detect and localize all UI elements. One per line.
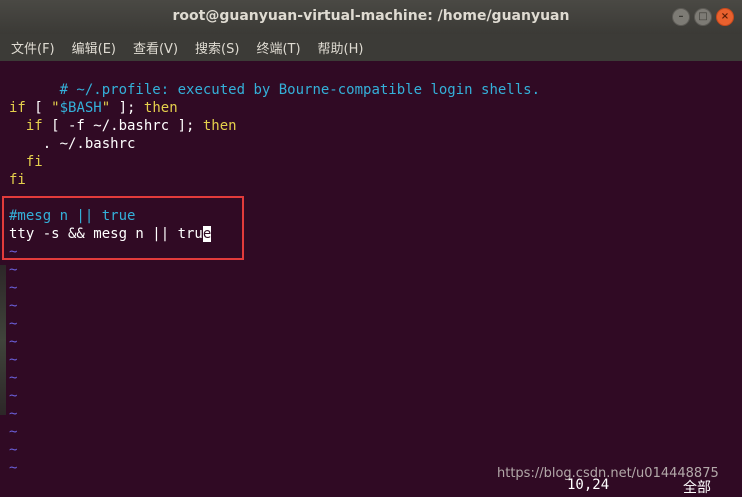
scroll-scope: 全部 <box>683 480 711 496</box>
empty-line-tilde: ~ <box>9 298 18 314</box>
menu-search[interactable]: 搜索(S) <box>192 35 242 60</box>
code-line-7: fi <box>9 171 26 189</box>
keyword: then <box>202 118 237 134</box>
empty-line-tilde: ~ <box>9 424 18 440</box>
variable: $BASH <box>59 100 102 116</box>
terminal-window: root@guanyuan-virtual-machine: /home/gua… <box>0 0 742 496</box>
code-text: [ <box>25 100 52 116</box>
keyword: fi <box>9 172 26 188</box>
menu-bar: 文件(F) 编辑(E) 查看(V) 搜索(S) 终端(T) 帮助(H) <box>0 34 742 61</box>
string-quote: " <box>51 100 60 116</box>
code-line-3: if [ "$BASH" ]; then <box>9 99 178 117</box>
empty-line-tilde: ~ <box>9 460 18 476</box>
empty-line-tilde: ~ <box>9 406 18 422</box>
empty-line-tilde: ~ <box>9 388 18 404</box>
code-text: [ -f ~/.bashrc ]; <box>42 118 203 134</box>
code-line-1: # ~/.profile: executed by Bourne-compati… <box>9 63 540 98</box>
menu-edit[interactable]: 编辑(E) <box>69 35 119 60</box>
menu-terminal[interactable]: 终端(T) <box>253 35 303 60</box>
empty-line-tilde: ~ <box>9 442 18 458</box>
code-line-6: fi <box>9 153 43 171</box>
cursor-position: 10,24 <box>567 477 610 493</box>
title-bar[interactable]: root@guanyuan-virtual-machine: /home/gua… <box>0 0 742 34</box>
menu-view[interactable]: 查看(V) <box>130 35 181 60</box>
window-controls: – □ × <box>672 8 734 26</box>
keyword: fi <box>25 154 43 170</box>
keyword: if <box>25 118 43 134</box>
empty-line-tilde: ~ <box>9 280 18 296</box>
keyword: if <box>9 100 26 116</box>
window-title: root@guanyuan-virtual-machine: /home/gua… <box>172 8 570 24</box>
empty-line-tilde: ~ <box>9 370 18 386</box>
code-text: ]; <box>110 100 144 116</box>
code-text: . ~/.bashrc <box>9 136 136 152</box>
highlight-box <box>2 196 244 260</box>
menu-help[interactable]: 帮助(H) <box>315 35 367 60</box>
code-line-4: if [ -f ~/.bashrc ]; then <box>9 117 237 135</box>
empty-line-tilde: ~ <box>9 262 18 278</box>
minimize-button[interactable]: – <box>672 8 690 26</box>
code-line-5: . ~/.bashrc <box>9 135 136 153</box>
close-button[interactable]: × <box>716 8 734 26</box>
terminal-content[interactable]: # ~/.profile: executed by Bourne-compati… <box>0 61 742 495</box>
menu-file[interactable]: 文件(F) <box>8 35 58 60</box>
background-strip <box>0 265 6 415</box>
maximize-button[interactable]: □ <box>694 8 712 26</box>
empty-line-tilde: ~ <box>9 334 18 350</box>
string-quote: " <box>101 100 111 116</box>
comment-text: # ~/.profile: executed by Bourne-compati… <box>59 82 541 98</box>
empty-line-tilde: ~ <box>9 352 18 368</box>
empty-line-tilde: ~ <box>9 316 18 332</box>
keyword: then <box>143 100 178 116</box>
